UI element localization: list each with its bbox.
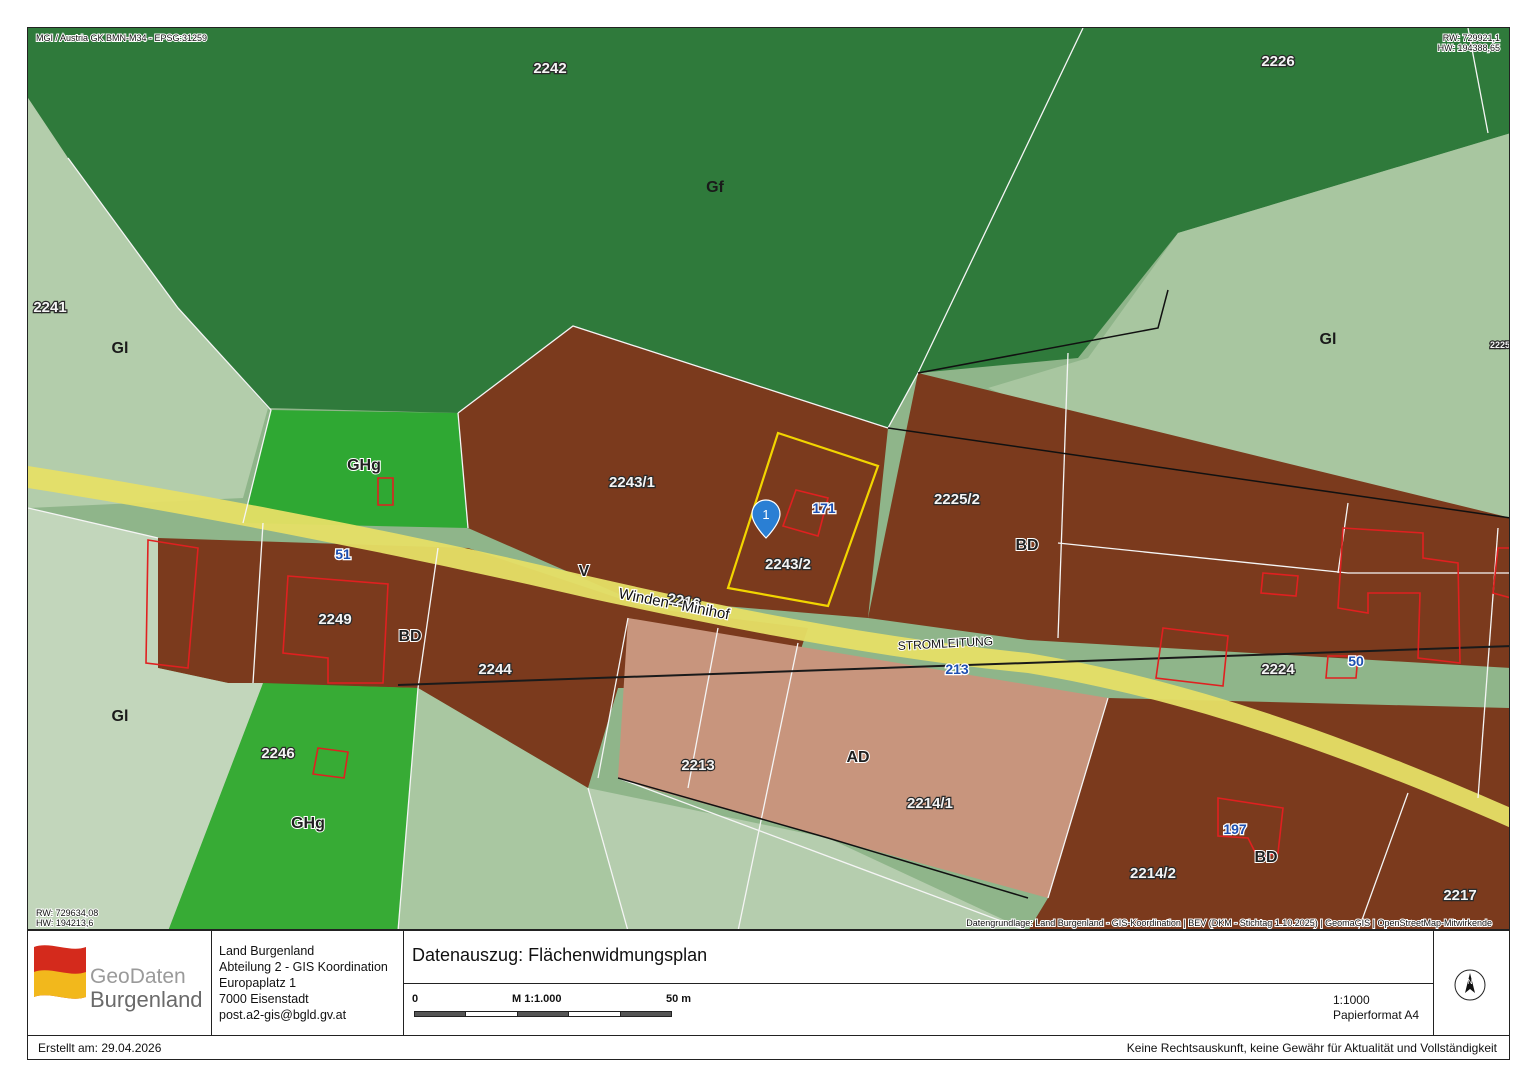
map-canvas[interactable]: 2242 2226 2241 2243/1 2243/2 2225/2 2249… [28,28,1510,930]
coord-top-right-rw: RW: 729921,1 [1443,33,1500,43]
parcel-label-2225: 2225 [1490,340,1510,350]
title-divider [404,983,1433,984]
logo-text-burgenland: Burgenland [90,987,203,1012]
parcel-label-2243-2: 2243/2 [765,556,811,573]
publisher-address: Land Burgenland Abteilung 2 - GIS Koordi… [219,943,388,1023]
parcel-label-2214-2: 2214/2 [1130,865,1176,882]
disclaimer: Keine Rechtsauskunft, keine Gewähr für A… [1126,1041,1497,1055]
zone-label-ghg-bottom: GHg [291,815,325,832]
zone-label-bd-right: BD [1015,537,1038,554]
footer-bottom-bar: Erstellt am: 29.04.2026 Keine Rechtsausk… [28,1035,1509,1060]
zone-label-ad: AD [846,749,869,766]
scale-text: 1:1000 [1332,993,1370,1007]
paper-format: Papierformat A4 [1332,1008,1419,1022]
parcel-label-2225-2: 2225/2 [934,491,980,508]
zone-label-ghg-top: GHg [347,457,381,474]
parcel-label-2214-1: 2214/1 [907,795,953,812]
house-number-213: 213 [945,661,969,677]
parcel-label-2249: 2249 [318,611,351,628]
house-number-171: 171 [812,500,836,516]
north-arrow-panel: N [1432,931,1509,1035]
svg-text:N: N [1467,979,1472,986]
logo-area: GeoDaten Burgenland [28,931,212,1035]
crs-label: MGI / Austria GK BMN-M34 - EPSG:31259 [36,33,207,43]
scale-bar [414,1011,672,1017]
parcel-label-2242: 2242 [533,60,566,77]
map-footer: GeoDaten Burgenland Land Burgenland Abte… [27,930,1510,1060]
coord-bottom-left-rw: RW: 729634,08 [36,908,98,918]
parcel-label-2226: 2226 [1261,53,1294,70]
map-view[interactable]: 2242 2226 2241 2243/1 2243/2 2225/2 2249… [27,27,1510,930]
zone-label-gl-left: Gl [112,340,129,357]
zone-label-bd-bottom: BD [1254,849,1277,866]
parcel-label-2243-1: 2243/1 [609,474,655,491]
house-number-197: 197 [1223,821,1247,837]
document-title: Datenauszug: Flächenwidmungsplan [412,945,708,965]
coord-top-right-hw: HW: 194388,65 [1438,43,1500,53]
scale-bar-start: 0 [412,993,419,1005]
house-number-51: 51 [335,546,351,562]
parcel-label-2213: 2213 [681,757,714,774]
map-sheet: 2242 2226 2241 2243/1 2243/2 2225/2 2249… [0,0,1536,1086]
scale-info: 1:1000 Papierformat A4 [1333,993,1419,1023]
parcel-label-2224: 2224 [1261,661,1295,678]
zone-label-v: V [579,563,590,580]
logo-text-geodaten: GeoDaten [90,965,186,988]
created-date: Erstellt am: 29.04.2026 [38,1041,162,1055]
parcel-label-2241: 2241 [33,299,66,316]
address-email: post.a2-gis@bgld.gv.at [219,1008,347,1022]
address-line: 7000 Eisenstadt [219,992,309,1006]
title-panel: Datenauszug: Flächenwidmungsplan 0 M 1:1… [403,931,1434,1035]
map-attribution: Datengrundlage: Land Burgenland - GIS-Ko… [966,918,1492,928]
north-arrow-icon: N [1454,969,1486,1001]
zone-label-gf: Gf [706,179,724,196]
address-line: Land Burgenland [219,944,315,958]
coord-bottom-left-hw: HW: 194213,6 [36,918,93,928]
marker-number: 1 [762,507,769,522]
flag-logo-icon [34,945,86,999]
parcel-label-2246: 2246 [261,745,294,762]
parcel-label-2244: 2244 [478,661,512,678]
zone-label-bd-left: BD [398,628,421,645]
address-line: Abteilung 2 - GIS Koordination [219,960,388,974]
zone-label-gl-bottom: Gl [112,708,129,725]
parcel-label-2217: 2217 [1443,887,1476,904]
scale-bar-end: 50 m [666,993,692,1005]
house-number-50: 50 [1348,653,1364,669]
address-line: Europaplatz 1 [219,976,297,990]
scale-ratio-label: M 1:1.000 [512,993,562,1005]
zone-label-gl-right: Gl [1320,331,1337,348]
